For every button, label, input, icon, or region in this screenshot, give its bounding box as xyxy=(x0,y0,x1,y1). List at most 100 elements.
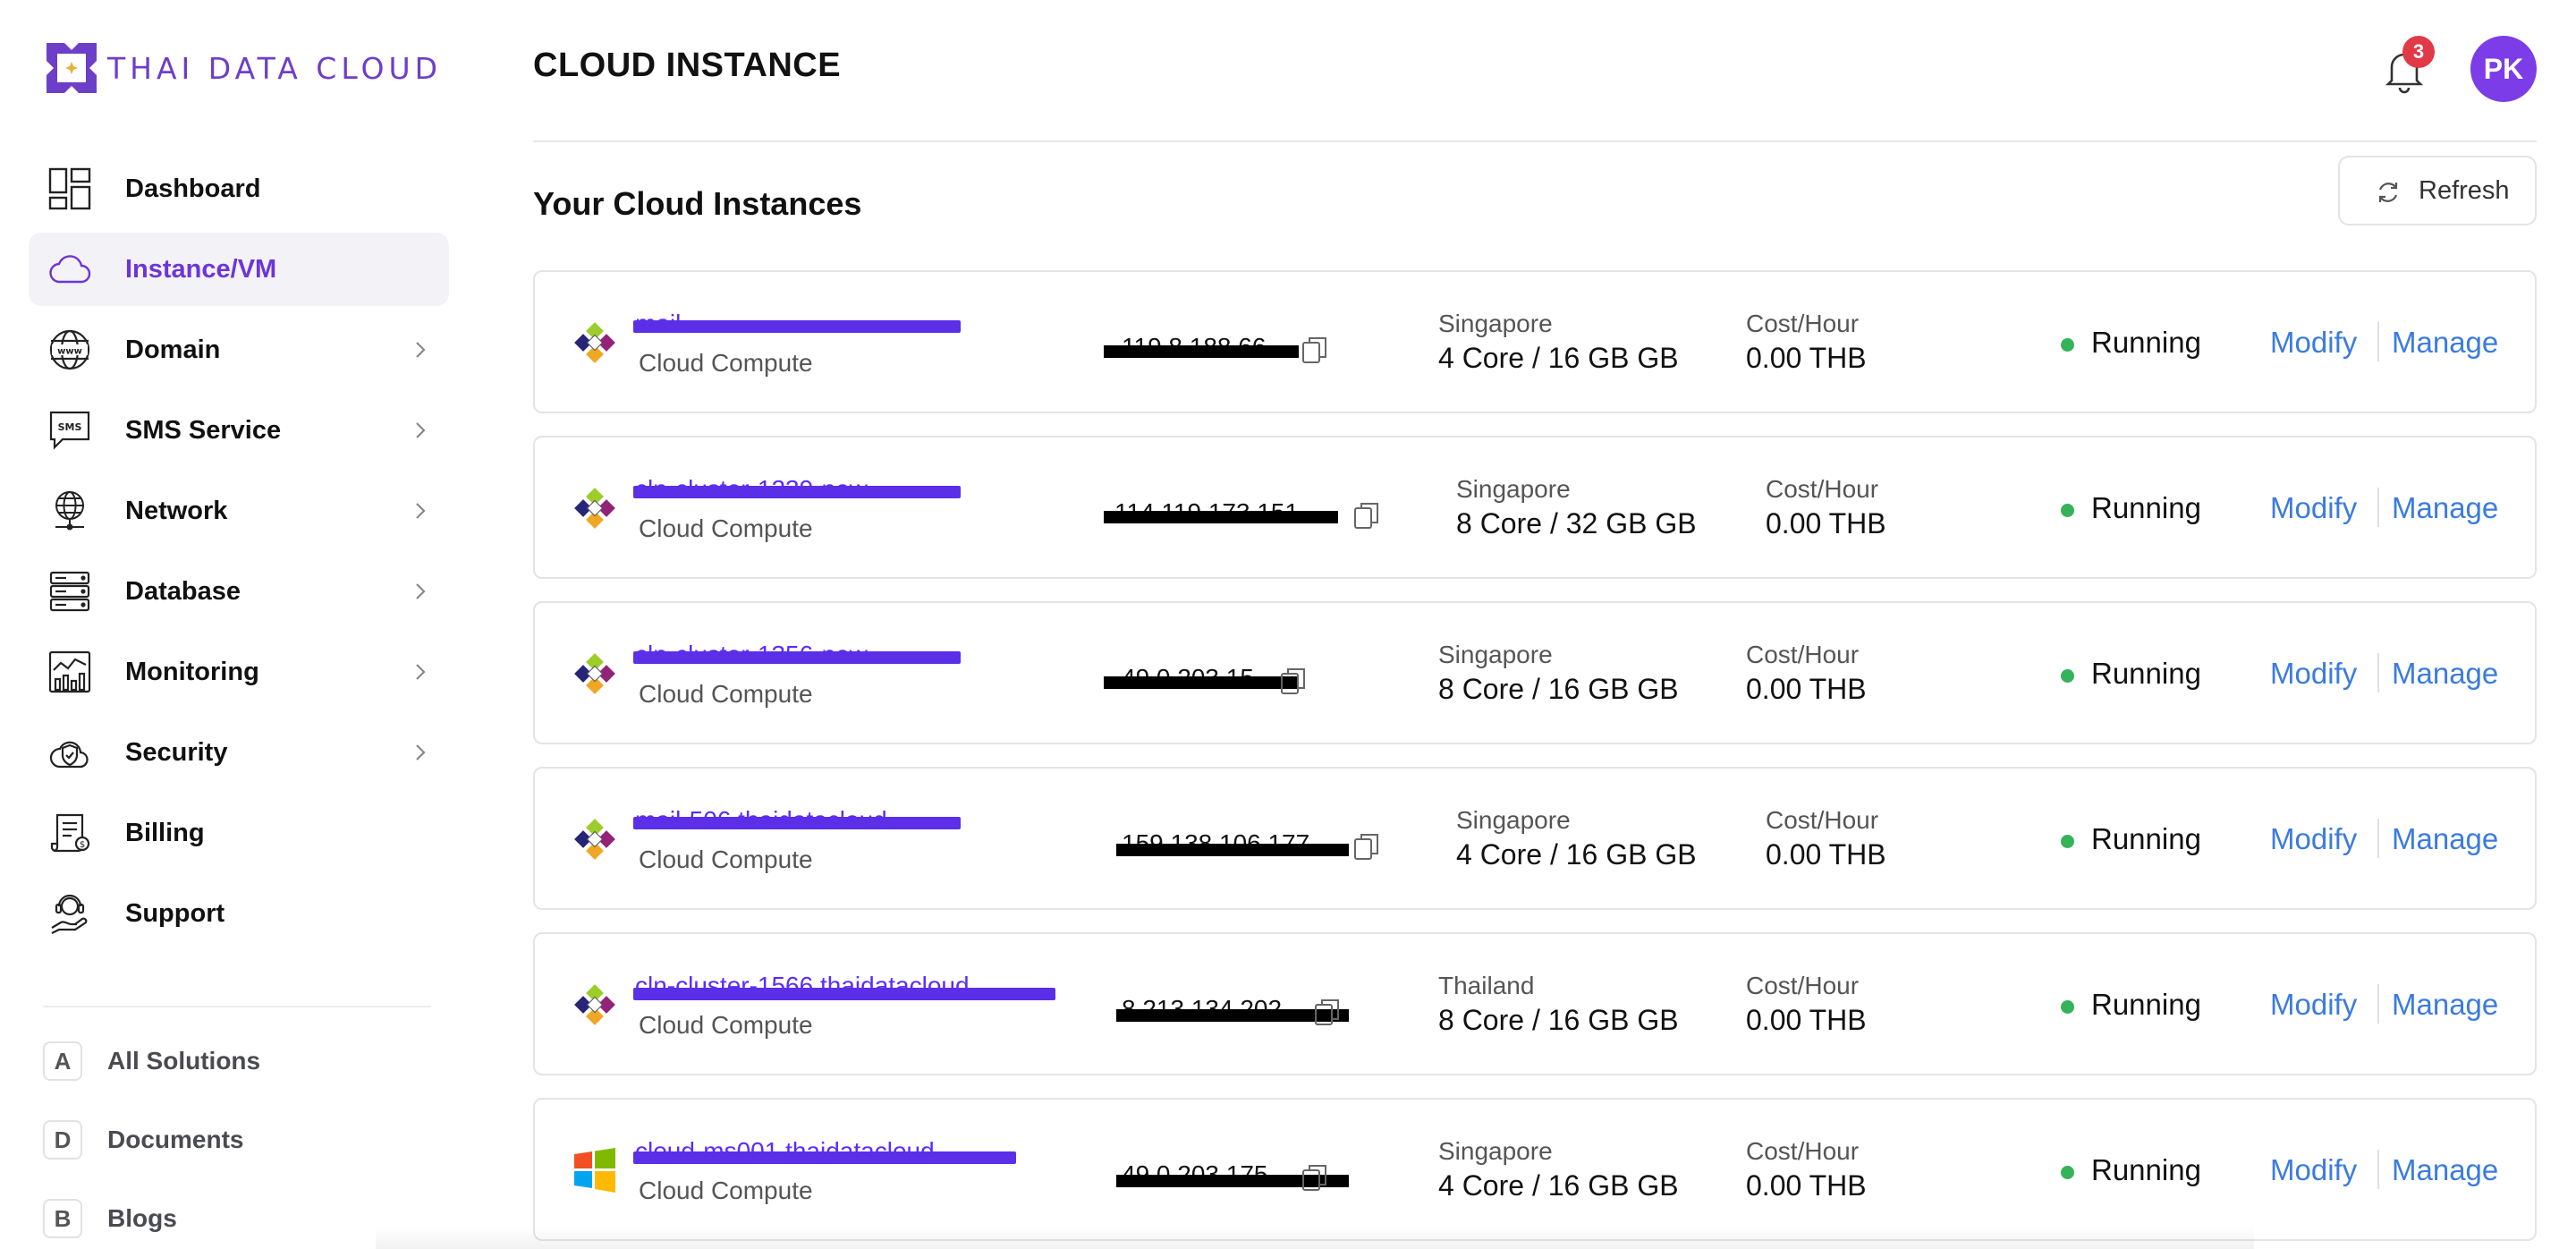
cloud-icon xyxy=(48,248,91,291)
modify-link[interactable]: Modify xyxy=(2270,326,2357,360)
modify-link[interactable]: Modify xyxy=(2270,988,2357,1022)
manage-link[interactable]: Manage xyxy=(2392,988,2498,1022)
solutions-link-all[interactable]: A All Solutions xyxy=(43,1034,436,1088)
manage-link[interactable]: Manage xyxy=(2392,326,2498,360)
sidebar-item-monitoring[interactable]: Monitoring xyxy=(29,635,449,709)
cost-value: 0.00 THB xyxy=(1746,1004,1867,1036)
sidebar-item-label: Monitoring xyxy=(125,657,259,686)
instance-card: mail Cloud Compute 119.8.188.66 Singapor… xyxy=(533,270,2537,413)
sms-icon: SMS xyxy=(48,409,91,452)
redaction-mark xyxy=(1104,511,1338,523)
logo-mark-icon xyxy=(47,43,97,93)
redaction-mark xyxy=(633,651,961,664)
status-dot xyxy=(2061,338,2074,352)
instance-spec: 8 Core / 16 GB GB xyxy=(1438,673,1679,705)
cost-value: 0.00 THB xyxy=(1746,673,1867,705)
sidebar-item-label: Dashboard xyxy=(125,174,261,203)
copy-icon[interactable] xyxy=(1313,997,1342,1027)
sidebar-item-dashboard[interactable]: Dashboard xyxy=(29,152,449,225)
status-text: Running xyxy=(2091,326,2201,359)
security-shield-icon xyxy=(48,731,91,774)
chevron-right-icon xyxy=(416,503,426,519)
solutions-label: All Solutions xyxy=(107,1047,261,1075)
sidebar-item-database[interactable]: Database xyxy=(29,555,449,628)
instance-spec: 4 Core / 16 GB GB xyxy=(1456,838,1697,871)
sidebar-item-label: Network xyxy=(125,496,228,525)
status-text: Running xyxy=(2091,822,2201,855)
modify-link[interactable]: Modify xyxy=(2270,822,2357,856)
instance-region: Thailand xyxy=(1438,972,1535,999)
status-dot xyxy=(2061,1000,2074,1014)
user-avatar[interactable]: PK xyxy=(2470,36,2537,102)
copy-icon[interactable] xyxy=(1279,666,1308,696)
instance-region: Singapore xyxy=(1456,475,1571,503)
sidebar-item-security[interactable]: Security xyxy=(29,716,449,789)
brand-logo[interactable]: THAI DATA CLOUD xyxy=(43,39,442,97)
copy-icon[interactable] xyxy=(1352,500,1381,531)
redaction-mark xyxy=(633,1151,1016,1164)
solutions-badge: B xyxy=(43,1199,82,1238)
cost-label: Cost/Hour xyxy=(1746,641,1860,668)
sidebar-divider xyxy=(43,1006,431,1007)
solutions-badge: A xyxy=(43,1041,82,1081)
status-dot xyxy=(2061,669,2074,683)
centos-logo-icon xyxy=(574,488,615,529)
modify-link[interactable]: Modify xyxy=(2270,491,2357,525)
status-text: Running xyxy=(2091,1153,2201,1186)
sidebar-item-sms-service[interactable]: SMS SMS Service xyxy=(29,394,449,467)
sidebar-item-domain[interactable]: www Domain xyxy=(29,313,449,387)
solutions-badge: D xyxy=(43,1120,82,1160)
svg-text:SMS: SMS xyxy=(58,421,82,433)
refresh-label: Refresh xyxy=(2419,175,2510,205)
monitoring-chart-icon xyxy=(48,650,91,693)
sidebar-item-network[interactable]: Network xyxy=(29,474,449,548)
instance-card: cln-cluster-1356-new Cloud Compute 49.0.… xyxy=(533,601,2537,744)
instance-spec: 4 Core / 16 GB GB xyxy=(1438,1169,1679,1202)
manage-link[interactable]: Manage xyxy=(2392,491,2498,525)
support-agent-icon xyxy=(48,892,91,935)
instance-card: mail-506.thaidatacloud Cloud Compute 159… xyxy=(533,767,2537,910)
manage-link[interactable]: Manage xyxy=(2392,822,2498,856)
svg-text:www: www xyxy=(57,347,82,357)
copy-icon[interactable] xyxy=(1301,1162,1329,1193)
sidebar-item-billing[interactable]: $ Billing xyxy=(29,796,449,870)
redaction-mark xyxy=(1104,345,1299,358)
manage-link[interactable]: Manage xyxy=(2392,1153,2498,1187)
instance-region: Singapore xyxy=(1438,310,1553,337)
sidebar-nav: Dashboard Instance/VM www Domain SMS SMS… xyxy=(29,152,449,957)
cost-value: 0.00 THB xyxy=(1766,838,1886,871)
solutions-link-documents[interactable]: D Documents xyxy=(43,1113,436,1167)
status-text: Running xyxy=(2091,657,2201,690)
action-divider xyxy=(2377,1150,2379,1189)
billing-receipt-icon: $ xyxy=(48,811,91,854)
sidebar-item-support[interactable]: Support xyxy=(29,877,449,950)
sidebar-item-instance-vm[interactable]: Instance/VM xyxy=(29,233,449,306)
cost-value: 0.00 THB xyxy=(1746,342,1867,374)
redaction-mark xyxy=(1104,676,1297,689)
modify-link[interactable]: Modify xyxy=(2270,657,2357,691)
sidebar-item-label: Instance/VM xyxy=(125,254,277,284)
action-divider xyxy=(2377,984,2379,1024)
instance-type: Cloud Compute xyxy=(639,845,813,873)
header-divider xyxy=(533,140,2537,142)
copy-icon[interactable] xyxy=(1352,831,1381,862)
instance-card: cln-cluster-1566.thaidatacloud Cloud Com… xyxy=(533,932,2537,1075)
cost-label: Cost/Hour xyxy=(1766,475,1879,503)
cost-label: Cost/Hour xyxy=(1746,972,1860,999)
refresh-button[interactable]: Refresh xyxy=(2338,156,2537,225)
instance-card: cloud-ms001.thaidatacloud Cloud Compute … xyxy=(533,1098,2537,1241)
redaction-mark xyxy=(1116,844,1349,856)
cost-label: Cost/Hour xyxy=(1746,1137,1860,1165)
instance-spec: 8 Core / 32 GB GB xyxy=(1456,507,1697,540)
instance-type: Cloud Compute xyxy=(639,680,813,708)
sidebar-item-label: Domain xyxy=(125,335,221,364)
manage-link[interactable]: Manage xyxy=(2392,657,2498,691)
action-divider xyxy=(2377,322,2379,361)
modify-link[interactable]: Modify xyxy=(2270,1153,2357,1187)
chevron-right-icon xyxy=(416,583,426,599)
scroll-shadow xyxy=(376,1226,2254,1249)
cost-label: Cost/Hour xyxy=(1766,806,1879,834)
copy-icon[interactable] xyxy=(1301,335,1329,365)
sidebar-item-label: Security xyxy=(125,737,228,767)
redaction-mark xyxy=(633,320,961,333)
